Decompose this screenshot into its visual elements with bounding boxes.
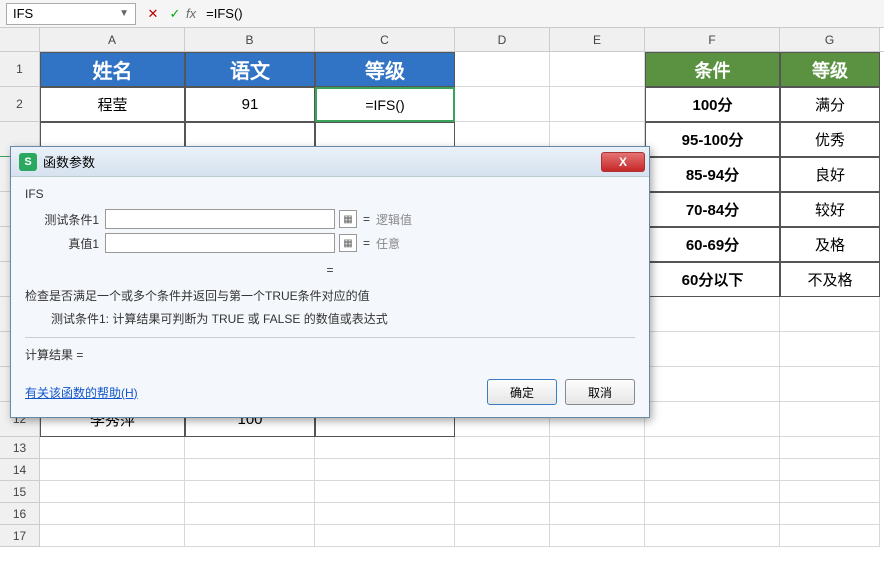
cell-A2[interactable]: 程莹 — [40, 87, 185, 122]
cell-G2[interactable]: 满分 — [780, 87, 880, 122]
col-header-D[interactable]: D — [455, 28, 550, 51]
close-icon: X — [619, 155, 627, 169]
arg1-label: 测试条件1 — [25, 211, 105, 228]
arg1-range-picker-icon[interactable]: ▦ — [339, 210, 357, 228]
row-header-13[interactable]: 13 — [0, 437, 40, 459]
cell-F7[interactable]: 60分以下 — [645, 262, 780, 297]
calc-result-label: 计算结果 = — [25, 346, 635, 363]
cell-B1[interactable]: 语文 — [185, 52, 315, 87]
argument-description: 测试条件1: 计算结果可判断为 TRUE 或 FALSE 的数值或表达式 — [25, 310, 635, 329]
col-header-G[interactable]: G — [780, 28, 880, 51]
cell-D2[interactable] — [455, 87, 550, 122]
cell-G4[interactable]: 良好 — [780, 157, 880, 192]
cell-G6[interactable]: 及格 — [780, 227, 880, 262]
arg2-range-picker-icon[interactable]: ▦ — [339, 234, 357, 252]
column-headers: A B C D E F G — [0, 28, 884, 52]
row-header-2[interactable]: 2 — [0, 87, 40, 122]
cell-F4[interactable]: 85-94分 — [645, 157, 780, 192]
row-header-1[interactable]: 1 — [0, 52, 40, 87]
name-box-value: IFS — [13, 6, 33, 21]
function-description: 检查是否满足一个或多个条件并返回与第一个TRUE条件对应的值 — [25, 289, 370, 303]
arg2-hint: 任意 — [376, 235, 400, 252]
cell-F6[interactable]: 60-69分 — [645, 227, 780, 262]
app-icon: S — [19, 153, 37, 171]
name-box-dropdown-icon[interactable]: ▼ — [119, 8, 129, 19]
cell-E1[interactable] — [550, 52, 645, 87]
select-all-corner[interactable] — [0, 28, 40, 51]
equals-icon: = — [363, 236, 370, 250]
dialog-title: 函数参数 — [43, 152, 95, 171]
cell-F1[interactable]: 条件 — [645, 52, 780, 87]
cell-G5[interactable]: 较好 — [780, 192, 880, 227]
col-header-F[interactable]: F — [645, 28, 780, 51]
function-arguments-dialog: S 函数参数 X IFS 测试条件1 ▦ = 逻辑值 真值1 ▦ = 任意 = … — [10, 146, 650, 418]
divider — [25, 337, 635, 338]
row-header-17[interactable]: 17 — [0, 525, 40, 547]
cell-A1[interactable]: 姓名 — [40, 52, 185, 87]
row-header-15[interactable]: 15 — [0, 481, 40, 503]
cell-F5[interactable]: 70-84分 — [645, 192, 780, 227]
result-preview-equals: = — [25, 263, 635, 277]
help-link[interactable]: 有关该函数的帮助(H) — [25, 384, 138, 401]
arg2-label: 真值1 — [25, 235, 105, 252]
arg1-input[interactable] — [105, 209, 335, 229]
equals-icon: = — [363, 212, 370, 226]
cancel-button[interactable]: 取消 — [565, 379, 635, 405]
col-header-B[interactable]: B — [185, 28, 315, 51]
fx-icon[interactable]: fx — [186, 6, 196, 21]
cell-B2[interactable]: 91 — [185, 87, 315, 122]
cell-C1[interactable]: 等级 — [315, 52, 455, 87]
dialog-close-button[interactable]: X — [601, 152, 645, 172]
function-name: IFS — [25, 187, 635, 201]
cell-G1[interactable]: 等级 — [780, 52, 880, 87]
cell-E2[interactable] — [550, 87, 645, 122]
col-header-E[interactable]: E — [550, 28, 645, 51]
cell-F2[interactable]: 100分 — [645, 87, 780, 122]
cell-G7[interactable]: 不及格 — [780, 262, 880, 297]
arg1-hint: 逻辑值 — [376, 211, 412, 228]
row-header-16[interactable]: 16 — [0, 503, 40, 525]
arg2-input[interactable] — [105, 233, 335, 253]
cell-F3[interactable]: 95-100分 — [645, 122, 780, 157]
accept-formula-icon[interactable]: ✓ — [164, 3, 186, 25]
formula-input[interactable] — [202, 3, 884, 25]
formula-bar: IFS ▼ ✕ ✓ fx — [0, 0, 884, 28]
cell-C2[interactable]: =IFS() — [315, 87, 455, 122]
col-header-A[interactable]: A — [40, 28, 185, 51]
col-header-C[interactable]: C — [315, 28, 455, 51]
name-box[interactable]: IFS ▼ — [6, 3, 136, 25]
dialog-titlebar[interactable]: S 函数参数 X — [11, 147, 649, 177]
row-header-14[interactable]: 14 — [0, 459, 40, 481]
cancel-formula-icon[interactable]: ✕ — [142, 3, 164, 25]
ok-button[interactable]: 确定 — [487, 379, 557, 405]
cell-D1[interactable] — [455, 52, 550, 87]
cell-G3[interactable]: 优秀 — [780, 122, 880, 157]
